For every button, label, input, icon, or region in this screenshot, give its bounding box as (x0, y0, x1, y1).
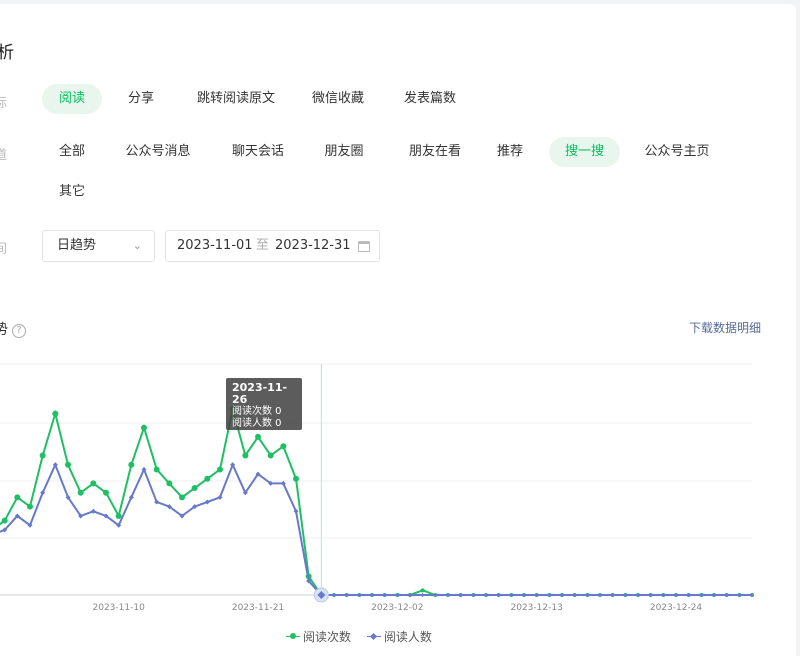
chart-legend: 阅读次数 阅读人数 (286, 628, 444, 645)
channel-chip[interactable]: 朋友在看 (396, 137, 474, 167)
granularity-value: 日趋势 (57, 238, 97, 253)
channel-chip[interactable]: 全部 (42, 137, 102, 167)
legend-item-readers[interactable]: 阅读人数 (366, 628, 432, 645)
data-point-readers (204, 499, 210, 505)
circle-marker-icon (286, 631, 300, 641)
series-line-0 (0, 408, 752, 596)
date-separator: 至 (256, 238, 270, 253)
data-point-readers (217, 494, 223, 500)
granularity-select[interactable]: 日趋势 ⌄ (42, 230, 155, 262)
data-point-reads (141, 424, 147, 431)
x-tick-label: 2023-12-02 (371, 603, 423, 613)
data-point-reads (65, 461, 71, 468)
data-point-reads (128, 461, 135, 468)
data-point-reads (420, 588, 425, 593)
data-point-reads (204, 475, 211, 482)
data-point-reads (293, 475, 299, 482)
channel-chip[interactable]: 搜一搜 (549, 137, 620, 167)
data-point-reads (166, 480, 173, 487)
data-point-reads (52, 410, 59, 417)
start-date[interactable]: 2023-11-01 (177, 231, 253, 261)
data-point-reads (14, 494, 21, 501)
data-point-reads (27, 503, 33, 510)
page-title: 分析 (0, 38, 14, 63)
diamond-marker-icon (366, 631, 381, 641)
chevron-down-icon: ⌄ (132, 239, 142, 252)
legend-item-reads[interactable]: 阅读次数 (286, 628, 351, 645)
x-tick-label: 2023-11-21 (232, 603, 284, 613)
calendar-icon[interactable] (358, 241, 370, 252)
tooltip-date: 2023-11-26 (232, 381, 288, 406)
metric-chip[interactable]: 微信收藏 (302, 84, 374, 114)
data-point-readers (420, 593, 425, 597)
metric-chip[interactable]: 跳转阅读原文 (186, 84, 286, 114)
metric-row-label: 标 (0, 96, 8, 111)
data-point-reads (179, 494, 185, 501)
channel-chip[interactable]: 公众号主页 (632, 137, 722, 167)
x-tick-label: 2023-12-13 (511, 603, 563, 613)
data-point-reads (280, 443, 287, 450)
legend-label-reads: 阅读次数 (303, 630, 352, 644)
data-point-reads (103, 489, 109, 496)
channel-chip[interactable]: 推荐 (486, 137, 534, 167)
date-range-picker[interactable]: 2023-11-01 至 2023-12-31 (165, 230, 380, 262)
data-point-reads (39, 452, 46, 459)
chart-tooltip: 2023-11-26 阅读次数 0 阅读人数 0 (226, 378, 302, 430)
channel-chip[interactable]: 其它 (42, 177, 102, 207)
trend-title: 趋势? (0, 319, 26, 339)
data-point-reads (77, 489, 84, 496)
channel-chip[interactable]: 聊天会话 (222, 137, 294, 167)
tooltip-line-reads: 阅读次数 0 (232, 406, 282, 417)
tooltip-line-readers: 阅读人数 0 (232, 418, 282, 429)
data-point-reads (115, 512, 122, 519)
data-point-reads (242, 452, 249, 459)
data-point-reads (191, 485, 198, 492)
data-point-readers (154, 499, 160, 505)
metric-chip[interactable]: 发表篇数 (392, 84, 468, 114)
page-title-text: 分析 (0, 43, 14, 63)
series-line-1 (0, 462, 752, 596)
legend-label-readers: 阅读人数 (383, 630, 432, 644)
data-point-reads (267, 452, 274, 459)
metric-chip[interactable]: 分享 (112, 84, 170, 114)
data-point-reads (90, 480, 97, 487)
channel-chip[interactable]: 公众号消息 (118, 137, 198, 167)
data-point-reads (255, 433, 261, 440)
trend-title-text: 趋势 (0, 322, 8, 338)
channel-row-label: 道 (0, 148, 8, 163)
trend-line-chart: 2023-11-10 2023-11-21 2023-12-02 2023-12-13… (0, 363, 754, 613)
data-point-reads (153, 466, 160, 473)
x-tick-label: 2023-12-24 (650, 603, 703, 613)
download-data-link[interactable]: 下载数据明细 (689, 319, 761, 336)
time-row-label: 间 (0, 242, 8, 257)
help-icon[interactable]: ? (12, 324, 26, 338)
metric-chip[interactable]: 阅读 (42, 84, 102, 114)
channel-chip[interactable]: 朋友圈 (310, 137, 378, 167)
end-date[interactable]: 2023-12-31 (275, 231, 351, 261)
data-point-reads (1, 517, 8, 524)
data-point-reads (217, 466, 223, 473)
data-point-readers (90, 508, 96, 514)
x-tick-label: 2023-11-10 (93, 603, 146, 613)
